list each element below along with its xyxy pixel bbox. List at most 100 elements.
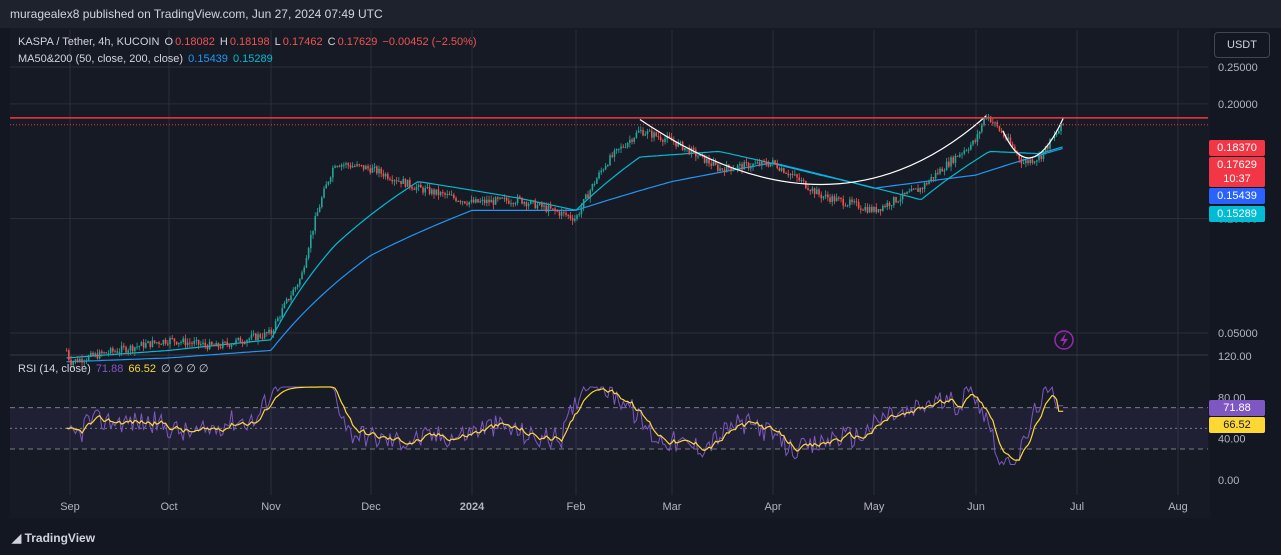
candle-body	[978, 131, 981, 135]
candle-body	[402, 178, 405, 184]
candle-body	[600, 170, 603, 173]
candle-body	[611, 155, 614, 157]
candle-body	[109, 348, 112, 354]
candle-body	[453, 194, 455, 198]
candle-body	[818, 189, 820, 195]
candle-body	[1036, 160, 1038, 162]
candle-body	[415, 187, 418, 190]
time-tick-label: Oct	[160, 501, 177, 513]
candle-body	[147, 341, 149, 344]
ma50-line	[66, 146, 1063, 359]
candle-body	[525, 202, 528, 207]
candle-body	[197, 339, 200, 345]
candle-body	[956, 155, 959, 157]
candle-body	[620, 146, 622, 149]
candle-body	[945, 161, 948, 171]
tradingview-logo[interactable]: ◢ TradingView	[12, 531, 95, 545]
candle-body	[503, 197, 506, 199]
candle-body	[226, 341, 229, 345]
candle-body	[400, 180, 402, 184]
candle-body	[464, 201, 466, 204]
candle-body	[974, 140, 977, 142]
candle-body	[862, 209, 864, 211]
candle-body	[849, 199, 851, 206]
candle-body	[145, 343, 147, 348]
candle-body	[433, 189, 435, 195]
lightning-icon[interactable]	[1054, 330, 1074, 350]
candle-body	[87, 355, 90, 361]
candle-body	[591, 183, 594, 191]
candle-body	[648, 130, 651, 132]
symbol-label[interactable]: KASPA / Tether, 4h, KUCOIN	[18, 36, 159, 48]
time-tick-label: May	[864, 501, 885, 513]
candle-body	[798, 177, 801, 181]
candle-body	[567, 214, 570, 216]
candle-body	[222, 341, 224, 348]
candle-body	[105, 352, 108, 354]
ma200-price-badge: 0.15289	[1209, 206, 1265, 222]
candle-body	[428, 186, 431, 194]
candle-body	[314, 216, 317, 231]
candle-body	[239, 337, 242, 343]
candle-body	[272, 330, 275, 334]
price-chart[interactable]: 0.250000.200000.100000.05000120.0080.004…	[0, 0, 1281, 555]
ma50-price-badge: 0.15439	[1209, 188, 1265, 204]
candle-body	[756, 162, 759, 164]
candle-body	[336, 166, 339, 168]
time-tick-label: Jun	[967, 501, 985, 513]
candle-body	[274, 321, 277, 331]
candle-body	[582, 199, 585, 208]
candle-body	[571, 218, 574, 221]
candles	[65, 113, 1065, 369]
candle-body	[1029, 159, 1032, 163]
candle-body	[312, 230, 314, 235]
time-tick-label: Dec	[361, 501, 381, 513]
candle-body	[963, 150, 966, 154]
candle-body	[213, 344, 215, 347]
candle-body	[596, 178, 598, 184]
candle-body	[952, 157, 955, 163]
candle-body	[389, 178, 391, 180]
currency-button[interactable]: USDT	[1214, 32, 1270, 58]
candle-body	[230, 344, 233, 347]
candle-body	[378, 168, 380, 174]
candle-body	[426, 186, 429, 189]
candle-body	[492, 199, 495, 205]
candle-body	[578, 214, 581, 216]
candle-body	[807, 188, 809, 191]
candle-body	[602, 169, 605, 171]
candle-body	[574, 218, 576, 221]
candle-body	[323, 188, 325, 198]
candle-body	[204, 342, 207, 346]
candle-body	[450, 194, 453, 196]
candle-body	[846, 205, 849, 207]
candle-body	[360, 165, 363, 167]
candle-body	[356, 164, 358, 167]
price-legend: KASPA / Tether, 4h, KUCOIN O 0.18082 H 0.1…	[18, 36, 479, 48]
candle-body	[266, 332, 268, 334]
candle-body	[125, 347, 127, 353]
candle-body	[217, 343, 220, 348]
candle-body	[224, 341, 226, 343]
candle-body	[816, 189, 818, 195]
candle-body	[114, 351, 116, 353]
candle-body	[169, 337, 171, 345]
candle-body	[347, 163, 350, 166]
candle-body	[890, 205, 893, 207]
candle-body	[871, 206, 873, 212]
candle-body	[369, 168, 372, 173]
candle-body	[923, 183, 926, 189]
candle-body	[659, 137, 662, 141]
candle-body	[200, 344, 202, 346]
candle-body	[787, 173, 790, 176]
candle-body	[1022, 163, 1025, 165]
rsi-label[interactable]: RSI (14, close)	[18, 363, 91, 375]
ma-label[interactable]: MA50&200 (50, close, 200, close)	[18, 53, 183, 65]
candle-body	[164, 339, 167, 344]
rsi-tick-label: 0.00	[1218, 475, 1239, 487]
ma200-path	[66, 147, 1063, 363]
candle-body	[175, 341, 178, 345]
candle-body	[976, 134, 979, 142]
resistance-line[interactable]	[10, 117, 1208, 126]
candle-body	[618, 148, 620, 150]
